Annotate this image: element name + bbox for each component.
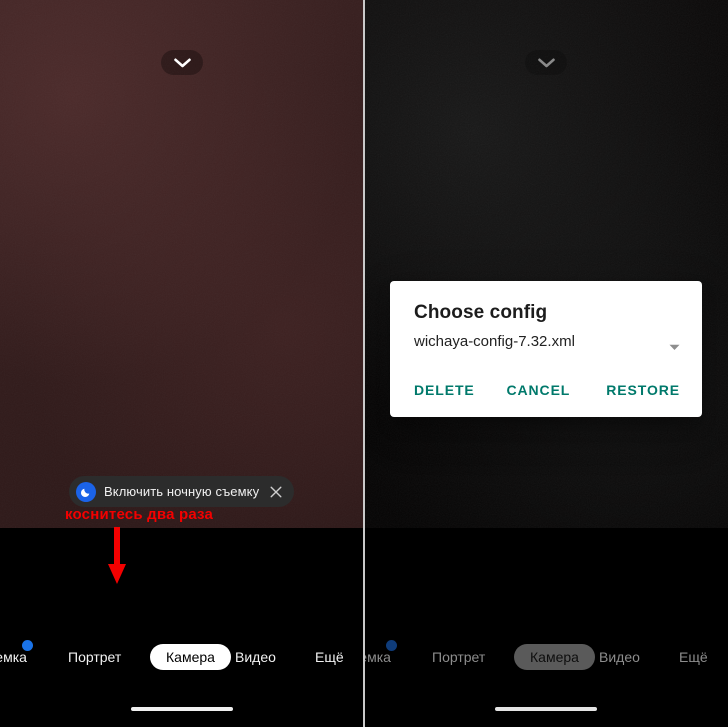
home-indicator[interactable]: [131, 707, 233, 711]
camera-mode-tab-label: Портрет: [432, 649, 486, 665]
camera-controls-bar: [364, 528, 728, 628]
camera-mode-tabs: ьемка Портрет Камера Видео Ещё: [364, 638, 728, 676]
left-phone-panel: Включить ночную съемку коснитесь два раз…: [0, 0, 364, 727]
camera-controls-bar: [0, 528, 364, 628]
new-feature-badge-dot: [21, 640, 33, 651]
camera-mode-tab-1[interactable]: Портрет: [432, 644, 485, 670]
dialog-title: Choose config: [414, 302, 548, 323]
camera-mode-tab-3[interactable]: Видео: [235, 644, 276, 670]
camera-mode-tab-label: ьемка: [364, 649, 391, 665]
camera-mode-tab-0[interactable]: ьемка: [0, 640, 33, 670]
camera-mode-tab-label: Камера: [166, 649, 215, 665]
screenshot-root: Включить ночную съемку коснитесь два раз…: [0, 0, 728, 727]
viewfinder-grain: [0, 0, 364, 528]
camera-viewfinder[interactable]: [0, 0, 364, 528]
expand-settings-chevron-button[interactable]: [525, 50, 567, 75]
config-select[interactable]: wichaya-config-7.32.xml: [390, 324, 702, 350]
dialog-action-row: DELETE CANCEL RESTORE: [390, 350, 702, 417]
viewfinder-grain: [364, 0, 728, 528]
camera-mode-tab-0[interactable]: ьемка: [364, 640, 397, 670]
choose-config-dialog: Choose config wichaya-config-7.32.xml DE…: [390, 281, 702, 417]
camera-mode-tab-4[interactable]: Ещё: [679, 644, 708, 670]
restore-button[interactable]: RESTORE: [606, 376, 680, 404]
camera-mode-tab-2[interactable]: Камера: [150, 644, 231, 670]
camera-mode-tab-label: Видео: [235, 649, 276, 665]
annotation-arrow-down-icon: [108, 527, 126, 584]
camera-mode-tab-label: Видео: [599, 649, 640, 665]
camera-mode-tab-1[interactable]: Портрет: [68, 644, 121, 670]
camera-mode-tab-label: Ещё: [315, 649, 344, 665]
camera-mode-tab-4[interactable]: Ещё: [315, 644, 344, 670]
camera-mode-tab-label: Портрет: [68, 649, 122, 665]
chevron-down-icon: [537, 58, 555, 67]
cancel-button[interactable]: CANCEL: [507, 376, 571, 404]
close-icon[interactable]: [269, 485, 283, 499]
camera-mode-tab-label: Камера: [530, 649, 579, 665]
night-mode-toast[interactable]: Включить ночную съемку: [69, 476, 295, 507]
panel-divider: [363, 0, 365, 727]
chevron-down-icon[interactable]: [669, 338, 680, 350]
expand-settings-chevron-button[interactable]: [161, 50, 203, 75]
config-select-value: wichaya-config-7.32.xml: [414, 333, 575, 350]
camera-mode-tab-label: Ещё: [679, 649, 708, 665]
home-indicator[interactable]: [495, 707, 597, 711]
new-feature-badge-dot: [385, 640, 397, 651]
camera-viewfinder-dimmed[interactable]: [364, 0, 728, 528]
annotation-text-tap-twice: коснитесь два раза: [65, 506, 214, 523]
camera-mode-tab-3[interactable]: Видео: [599, 644, 640, 670]
delete-button[interactable]: DELETE: [414, 376, 475, 404]
chevron-down-icon: [173, 58, 191, 67]
night-mode-toast-label: Включить ночную съемку: [104, 484, 260, 499]
camera-mode-tabs: ьемка Портрет Камера Видео Ещё: [0, 638, 364, 676]
right-phone-panel: ьемка Портрет Камера Видео Ещё Choose config…: [364, 0, 728, 727]
camera-mode-tab-2[interactable]: Камера: [514, 644, 595, 670]
camera-mode-tab-label: ьемка: [0, 649, 27, 665]
night-mode-moon-icon: [76, 481, 96, 502]
